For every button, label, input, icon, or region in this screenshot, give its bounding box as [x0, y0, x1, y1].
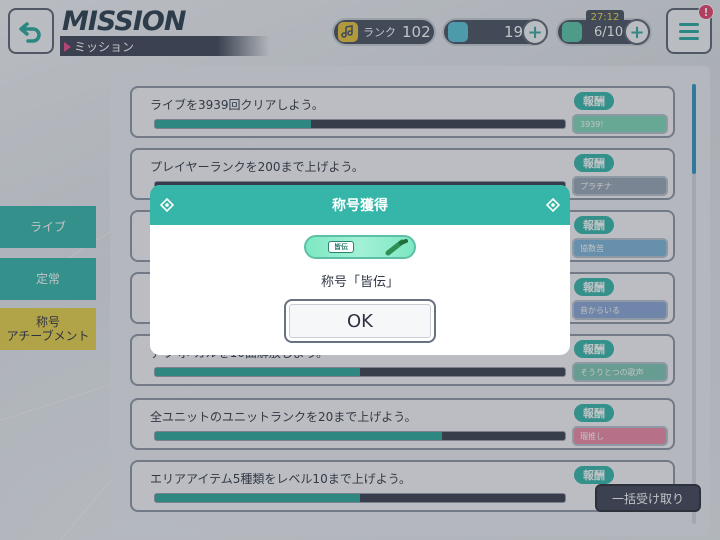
diamond-icon [160, 198, 174, 212]
dialog-message: 称号「皆伝」 [320, 275, 399, 290]
title-acquired-dialog: 称号獲得 皆伝 称号「皆伝」 OK [150, 185, 570, 355]
dialog-header: 称号獲得 [150, 185, 570, 225]
title-badge-mini-label: 皆伝 [328, 241, 354, 253]
diamond-icon [546, 198, 560, 212]
title-badge-image: 皆伝 [304, 235, 416, 259]
dialog-title: 称号獲得 [332, 198, 388, 214]
leek-icon [385, 239, 408, 256]
ok-button[interactable]: OK [284, 299, 436, 343]
